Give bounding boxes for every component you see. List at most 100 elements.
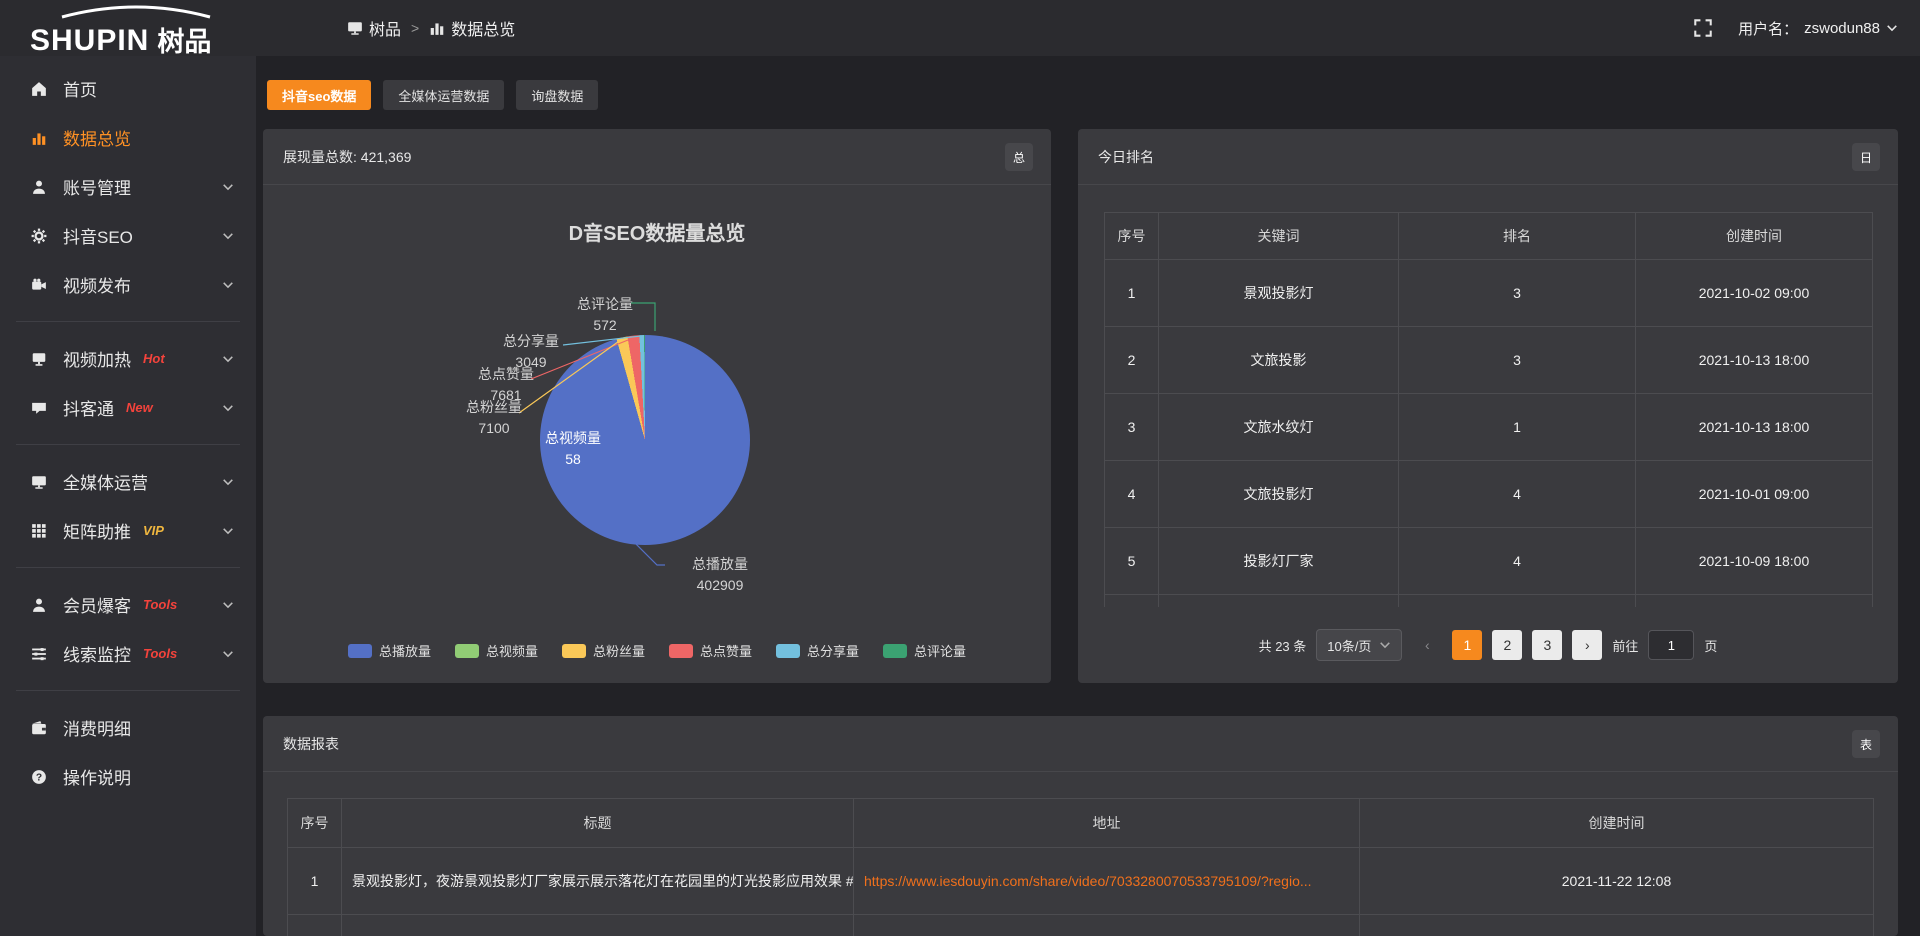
user-menu[interactable]: 用户名： zswodun88 bbox=[1738, 18, 1898, 39]
sidebar-item-数据总览[interactable]: 数据总览 bbox=[0, 113, 256, 162]
sidebar-item-label: 视频加热 bbox=[63, 346, 131, 371]
sidebar-item-矩阵助推[interactable]: 矩阵助推VIP bbox=[0, 506, 256, 555]
chat-icon bbox=[30, 400, 48, 416]
legend-item-总评论量[interactable]: 总评论量 bbox=[883, 641, 966, 660]
column-header: 排名 bbox=[1399, 213, 1636, 260]
page-button-2[interactable]: 2 bbox=[1492, 630, 1522, 660]
tab-抖音seo数据[interactable]: 抖音seo数据 bbox=[267, 80, 371, 110]
pie-callout: 总视频量58 bbox=[523, 428, 623, 470]
cell-rank: 3 bbox=[1399, 260, 1636, 327]
sidebar-item-抖客通[interactable]: 抖客通New bbox=[0, 383, 256, 432]
legend-swatch bbox=[776, 644, 800, 658]
table-header-row: 序号 关键词 排名 创建时间 bbox=[1105, 213, 1873, 260]
sidebar-item-账号管理[interactable]: 账号管理 bbox=[0, 162, 256, 211]
total-view-button[interactable]: 总 bbox=[1005, 143, 1033, 171]
cell-index: 1 bbox=[1105, 260, 1159, 327]
chevron-down-icon bbox=[222, 230, 234, 242]
cell-keyword: 景观投影灯 bbox=[1159, 260, 1399, 327]
pie-callout: 总播放量402909 bbox=[665, 554, 775, 596]
table-view-button[interactable]: 表 bbox=[1852, 730, 1880, 758]
tab-询盘数据[interactable]: 询盘数据 bbox=[516, 80, 598, 110]
tab-全媒体运营数据[interactable]: 全媒体运营数据 bbox=[383, 80, 504, 110]
legend-item-总点赞量[interactable]: 总点赞量 bbox=[669, 641, 752, 660]
ranking-table: 序号 关键词 排名 创建时间 1景观投影灯32021-10-02 09:002文… bbox=[1104, 212, 1873, 607]
legend-label: 总视频量 bbox=[486, 641, 538, 660]
column-header: 关键词 bbox=[1159, 213, 1399, 260]
video-camera-icon bbox=[30, 277, 48, 293]
sidebar-nav: 首页数据总览账号管理抖音SEO 视频发布视频加热Hot抖客通New 全媒体运营矩阵助… bbox=[0, 56, 256, 936]
sidebar-item-抖音SEO[interactable]: 抖音SEO bbox=[0, 211, 256, 260]
legend-item-总分享量[interactable]: 总分享量 bbox=[776, 641, 859, 660]
chevron-down-icon bbox=[222, 476, 234, 488]
column-header: 创建时间 bbox=[1360, 799, 1874, 848]
legend-swatch bbox=[562, 644, 586, 658]
sidebar-item-消费明细[interactable]: 消费明细 bbox=[0, 703, 256, 752]
chart-legend: 总播放量 总视频量 总粉丝量 总点赞量 总分享量 总评论量 bbox=[263, 641, 1051, 660]
report-panel-header: 数据报表 表 bbox=[263, 716, 1898, 772]
monitor-icon bbox=[347, 20, 363, 36]
question-icon: ? bbox=[30, 769, 48, 785]
sliders-icon bbox=[30, 646, 48, 662]
sidebar-divider bbox=[16, 567, 240, 568]
username-label: 用户名： bbox=[1738, 18, 1798, 39]
legend-swatch bbox=[455, 644, 479, 658]
summary-label: 展现量总数: bbox=[283, 147, 357, 167]
pagination-total: 共 23 条 bbox=[1259, 636, 1307, 655]
legend-label: 总粉丝量 bbox=[593, 641, 645, 660]
chevron-down-icon bbox=[222, 279, 234, 291]
report-link[interactable]: https://www.iesdouyin.com/share/video/70… bbox=[864, 873, 1312, 889]
legend-label: 总分享量 bbox=[807, 641, 859, 660]
column-header: 地址 bbox=[854, 799, 1360, 848]
top-bar-actions: 用户名： zswodun88 bbox=[1694, 0, 1898, 56]
next-page-button[interactable]: › bbox=[1572, 630, 1602, 660]
cell-created: 2021-10-13 18:00 bbox=[1636, 327, 1873, 394]
sidebar-item-badge: VIP bbox=[143, 523, 164, 538]
sidebar-item-视频加热[interactable]: 视频加热Hot bbox=[0, 334, 256, 383]
fullscreen-icon[interactable] bbox=[1694, 19, 1712, 37]
chevron-down-icon bbox=[222, 648, 234, 660]
monitor-icon bbox=[30, 474, 48, 490]
page-size-value: 10条/页 bbox=[1327, 636, 1371, 655]
breadcrumb: 树品 > 数据总览 bbox=[347, 0, 515, 56]
pie-chart-area: D音SEO数据量总览 总评论量572 总分享量3049 总点赞量7681 总粉丝… bbox=[263, 185, 1051, 683]
page-button-1[interactable]: 1 bbox=[1452, 630, 1482, 660]
pie-callout: 总评论量572 bbox=[555, 294, 655, 336]
legend-swatch bbox=[669, 644, 693, 658]
logo-text: SHUPIN bbox=[30, 26, 149, 56]
legend-swatch bbox=[883, 644, 907, 658]
ranking-panel-header: 今日排名 日 bbox=[1078, 129, 1898, 185]
sidebar-item-全媒体运营[interactable]: 全媒体运营 bbox=[0, 457, 256, 506]
legend-item-总视频量[interactable]: 总视频量 bbox=[455, 641, 538, 660]
goto-page-input[interactable]: 1 bbox=[1648, 630, 1694, 660]
cell-created: 2021-11-22 12:08 bbox=[1360, 848, 1874, 915]
legend-item-总粉丝量[interactable]: 总粉丝量 bbox=[562, 641, 645, 660]
cell-index: 1 bbox=[288, 848, 342, 915]
sidebar-item-label: 会员爆客 bbox=[63, 592, 131, 617]
cell-created: 2021-10-01 09:00 bbox=[1636, 461, 1873, 528]
breadcrumb-item-current[interactable]: 数据总览 bbox=[429, 16, 515, 40]
day-view-button[interactable]: 日 bbox=[1852, 143, 1880, 171]
sidebar-item-首页[interactable]: 首页 bbox=[0, 64, 256, 113]
logo-suffix: 树品 bbox=[157, 29, 211, 56]
page-size-select[interactable]: 10条/页 bbox=[1316, 629, 1402, 661]
sidebar-item-视频发布[interactable]: 视频发布 bbox=[0, 260, 256, 309]
breadcrumb-label: 树品 bbox=[369, 16, 401, 40]
table-row: 1景观投影灯，夜游景观投影灯厂家展示展示落花灯在花园里的灯光投影应用效果 # ht… bbox=[288, 848, 1874, 915]
breadcrumb-item-home[interactable]: 树品 bbox=[347, 16, 401, 40]
sidebar-item-操作说明[interactable]: ?操作说明 bbox=[0, 752, 256, 801]
sidebar-divider bbox=[16, 321, 240, 322]
pie-leader-line bbox=[635, 543, 665, 565]
sidebar-item-线索监控[interactable]: 线索监控Tools bbox=[0, 629, 256, 678]
sidebar-item-badge: Tools bbox=[143, 646, 177, 661]
gear-icon bbox=[30, 228, 48, 244]
sidebar-item-会员爆客[interactable]: 会员爆客Tools bbox=[0, 580, 256, 629]
cell-title: 景观投影灯，夜游景观投影灯厂家展示展示落花灯在花园里的灯光投影应用效果 # bbox=[342, 848, 854, 915]
cell-index: 4 bbox=[1105, 461, 1159, 528]
prev-page-button[interactable]: ‹ bbox=[1412, 630, 1442, 660]
page-button-3[interactable]: 3 bbox=[1532, 630, 1562, 660]
cell-rank: 4 bbox=[1399, 461, 1636, 528]
sidebar-item-label: 抖音SEO bbox=[63, 223, 133, 248]
cell-keyword: 文旅水纹灯 bbox=[1159, 394, 1399, 461]
legend-item-总播放量[interactable]: 总播放量 bbox=[348, 641, 431, 660]
bar-chart-icon bbox=[429, 20, 445, 36]
